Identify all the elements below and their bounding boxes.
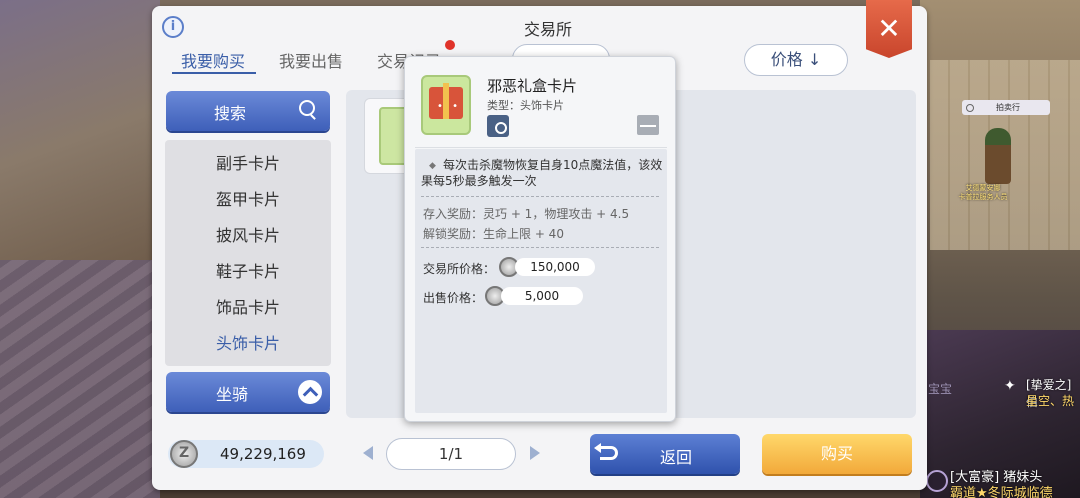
mount-category-button[interactable]: 坐骑 [166, 372, 330, 412]
player-chat-text-2: 霸道★冬际城临德 [950, 486, 1053, 498]
storage-icon[interactable] [637, 115, 659, 135]
tab-sell[interactable]: 我要出售 [279, 48, 343, 72]
sell-price-label: 出售价格： [423, 291, 484, 305]
price-sort-button[interactable]: 价格 ↓ [744, 44, 848, 76]
tab-active-indicator [172, 72, 256, 74]
item-effect: 每次击杀魔物恢复自身10点魔法值，该效果每5秒最多触发一次 [421, 158, 663, 188]
gift-face-icon: • • [437, 101, 461, 112]
npc-sign[interactable]: 拍卖行 [962, 100, 1050, 115]
zeny-amount: 49,229,169 [220, 445, 306, 463]
detail-view-icon[interactable] [487, 115, 509, 137]
npc-character[interactable] [985, 128, 1011, 184]
info-icon[interactable]: i [162, 16, 184, 38]
tooltip-divider [415, 147, 667, 148]
category-item[interactable]: 盔甲卡片 [165, 186, 331, 210]
zeny-coin-icon [170, 440, 198, 468]
mask-avatar-icon [926, 470, 948, 492]
notification-dot [445, 40, 455, 50]
exchange-price-value: 150,000 [515, 258, 595, 276]
category-item[interactable]: 饰品卡片 [165, 294, 331, 318]
star-icon: ✦ [1004, 378, 1016, 394]
category-item[interactable]: 副手卡片 [165, 150, 331, 174]
npc-sign-icon [966, 103, 974, 112]
item-tooltip: • • 邪恶礼盒卡片 类型：头饰卡片 ◆ 每次击杀魔物恢复自身10点魔法值，该效… [404, 56, 676, 422]
return-icon [594, 443, 618, 460]
npc-name: 艾德蒙安娜 卡普拉服务人员 [958, 184, 1008, 201]
exchange-price-label: 交易所价格： [423, 262, 496, 276]
unlock-reward: 解锁奖励：生命上限 + 40 [423, 227, 564, 241]
tab-buy[interactable]: 我要购买 [181, 48, 245, 72]
deposit-reward: 存入奖励：灵巧 + 1，物理攻击 + 4.5 [423, 207, 630, 221]
chevron-up-icon [298, 380, 322, 404]
next-page-icon[interactable] [530, 446, 540, 460]
search-button[interactable]: 搜索 [166, 91, 330, 131]
mount-button-label: 坐骑 [216, 385, 249, 404]
item-name: 邪恶礼盒卡片 [487, 77, 578, 95]
zeny-balance: 49,229,169 [168, 440, 324, 468]
category-item[interactable]: 鞋子卡片 [165, 258, 331, 282]
player-chat-text: 星空、热 [1026, 394, 1075, 408]
page-indicator: 1/1 [386, 438, 516, 470]
item-type: 类型：头饰卡片 [487, 99, 564, 112]
world-bottom-strip [160, 490, 920, 498]
category-list: 副手卡片 盔甲卡片 披风卡片 鞋子卡片 饰品卡片 头饰卡片 [165, 140, 331, 366]
close-button[interactable]: ✕ [866, 0, 912, 58]
close-icon: ✕ [877, 12, 901, 45]
roof-tiles [0, 260, 160, 498]
search-icon [299, 100, 315, 116]
category-item[interactable]: 披风卡片 [165, 222, 331, 246]
pet-name: 宝宝 [928, 382, 953, 396]
dotted-divider [421, 196, 659, 197]
dotted-divider [421, 247, 659, 248]
page-title: 交易所 [523, 20, 572, 39]
search-button-label: 搜索 [214, 104, 247, 123]
back-button-label: 返回 [660, 448, 693, 467]
category-item-active[interactable]: 头饰卡片 [165, 330, 331, 354]
sell-price-value: 5,000 [501, 287, 583, 305]
prev-page-icon[interactable] [363, 446, 373, 460]
buy-button[interactable]: 购买 [762, 434, 912, 474]
back-button[interactable]: 返回 [590, 434, 740, 474]
